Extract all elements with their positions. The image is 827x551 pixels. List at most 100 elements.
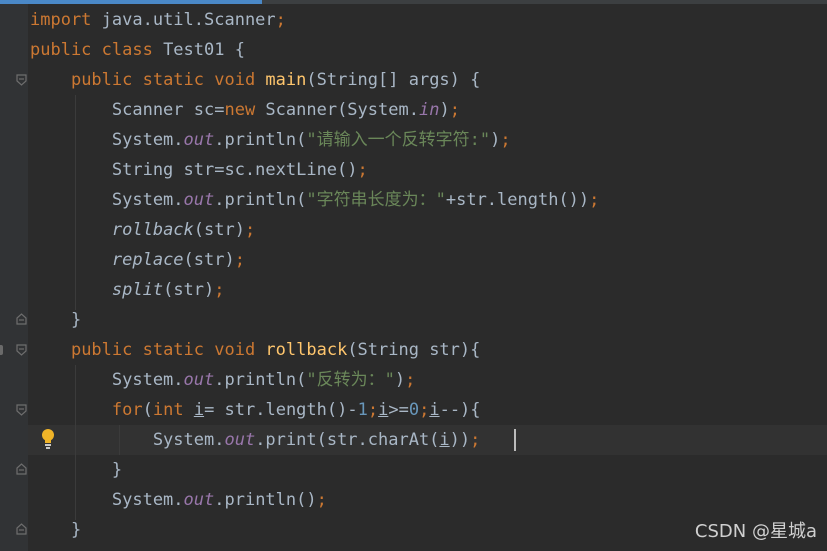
code-token: public class [30,40,164,60]
code-token: rollback [265,340,348,360]
code-token: ; [449,100,460,120]
code-token: Scanner sc= [30,100,225,120]
code-line[interactable]: for(int i= str.length()-1;i>=0;i--){ [30,395,481,425]
code-token: split [111,280,164,300]
code-token: main [265,70,307,90]
code-token: (String str){ [347,340,481,360]
code-line[interactable]: public static void main(String[] args) { [30,65,480,95]
fold-icon[interactable] [16,74,27,86]
code-line[interactable]: System.out.println("请输入一个反转字符:"); [30,125,511,155]
code-line[interactable]: } [30,455,122,485]
fold-icon[interactable] [16,523,27,535]
code-token: "字符串长度为：" [306,190,446,210]
code-token: java.util.Scanner [101,10,276,30]
active-tab-indicator [0,0,262,4]
code-token: ; [500,130,511,150]
code-token: ) [439,100,450,120]
code-token: .println( [214,190,307,210]
code-token: in [418,100,440,120]
code-line[interactable]: } [30,515,81,545]
code-token: +str.length()) [445,190,590,210]
code-token: ; [367,400,379,420]
code-token: --){ [439,400,481,420]
code-token: ; [405,370,416,390]
code-token: System. [30,430,225,450]
code-token: i [193,400,205,420]
code-line[interactable]: rollback(str); [30,215,255,245]
code-token: 0 [408,400,420,420]
code-token: System. [30,490,184,510]
code-token: ; [357,160,368,180]
fold-icon[interactable] [16,344,27,356]
code-token: public static void [70,340,266,360]
code-token: .println() [214,490,317,510]
code-token: ; [244,220,256,240]
code-token: String str=sc.nextLine() [30,160,358,180]
code-token: ; [316,490,327,510]
code-token: i [439,430,450,450]
fold-icon[interactable] [16,404,27,416]
code-token: .println( [214,130,307,150]
code-line[interactable]: Scanner sc=new Scanner(System.in); [30,95,460,125]
code-token: } [30,520,82,540]
code-token: for [111,400,143,420]
code-token: 1 [357,400,368,420]
code-token: ( [142,400,153,420]
code-token: Scanner(System. [265,100,419,120]
code-token: replace [111,250,184,270]
code-token: Test01 { [163,40,245,60]
code-token: import [30,10,102,30]
code-line[interactable]: public class Test01 { [30,35,245,65]
code-token: = str.length()- [204,400,358,420]
code-token: } [30,310,82,330]
code-line[interactable]: replace(str); [30,245,245,275]
code-token: ; [275,10,286,30]
code-token: System. [30,130,184,150]
code-line[interactable]: import java.util.Scanner; [30,5,286,35]
override-icon[interactable] [0,345,3,355]
fold-icon[interactable] [16,313,27,325]
code-token: ; [589,190,600,210]
code-token: public static void [70,70,266,90]
code-token: i [378,400,389,420]
code-token: out [183,370,215,390]
code-line[interactable]: } [30,305,81,335]
code-token: )) [449,430,471,450]
watermark: CSDN @星城a [694,521,817,542]
code-line[interactable]: System.out.println(); [30,485,327,515]
code-token: ; [234,250,245,270]
code-token: >= [388,400,409,420]
code-token: ; [419,400,430,420]
code-token: "请输入一个反转字符:" [306,130,491,150]
code-token: ; [470,430,481,450]
code-token: out [183,490,215,510]
code-token: (str) [193,220,245,240]
code-token: i [429,400,440,420]
code-line[interactable]: System.out.println("反转为："); [30,365,415,395]
text-caret [514,429,516,451]
code-line[interactable]: System.out.print(str.charAt(i)); [30,425,481,455]
code-line[interactable]: String str=sc.nextLine(); [30,155,368,185]
editor-tab-strip [0,0,827,4]
fold-icon[interactable] [16,463,27,475]
code-token: .println( [214,370,307,390]
code-line[interactable]: System.out.println("字符串长度为："+str.length(… [30,185,600,215]
code-token: (str) [163,280,215,300]
code-token: } [30,460,123,480]
code-token: ) [490,130,501,150]
code-token: int [152,400,194,420]
code-token: (str) [183,250,235,270]
code-token: "反转为：" [306,370,395,390]
code-line[interactable]: public static void rollback(String str){ [30,335,480,365]
code-line[interactable]: split(str); [30,275,225,305]
code-token: out [183,130,215,150]
code-token: (String[] args) { [306,70,481,90]
code-token: ) [394,370,406,390]
lightbulb-icon[interactable] [40,428,56,450]
